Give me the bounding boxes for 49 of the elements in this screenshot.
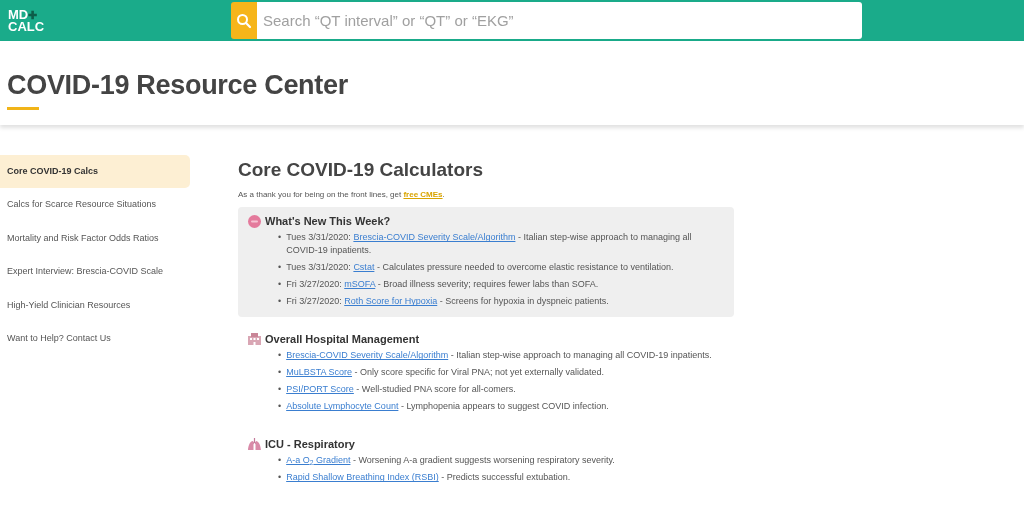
calculator-link[interactable]: A-a O$_{2}$ Gradient <box>286 455 351 466</box>
calculator-link[interactable]: Rapid Shallow Breathing Index (RSBI) <box>286 472 439 483</box>
section-heading: Core COVID-19 Calculators <box>238 160 484 181</box>
logo[interactable]: MD✚ CALC <box>8 8 48 33</box>
list-item-text: Brescia-COVID Severity Scale/Algorithm - Italian step-wise approach to managing all COVID-19 inpatients. <box>286 349 712 363</box>
new-badge-icon <box>248 215 261 228</box>
list-item-text: Fri 3/27/2020: Roth Score for Hypoxia - Screens for hypoxia in dyspneic patients. <box>286 295 609 309</box>
bullet: • <box>278 349 282 363</box>
calculator-link[interactable]: MuLBSTA Score <box>286 367 353 378</box>
subsection-heading: What's New This Week? <box>265 214 391 229</box>
list-item-text: MuLBSTA Score - Only score specific for Viral PNA; not yet externally validated. <box>286 366 604 380</box>
list-item-text: Tues 3/31/2020: Cstat - Calculates pressure needed to overcome elastic resistance to ventilation. <box>286 261 674 275</box>
calculator-link[interactable]: Cstat <box>353 262 375 273</box>
calculator-link[interactable]: Brescia-COVID Severity Scale/Algorithm <box>286 350 449 361</box>
search-icon[interactable] <box>231 2 257 39</box>
bullet: • <box>278 231 282 245</box>
subsection-heading: ICU - Respiratory <box>265 437 355 452</box>
list-item-text: Fri 3/27/2020: mSOFA - Broad illness severity; requires fewer labs than SOFA. <box>286 278 599 292</box>
cme-link[interactable]: free CMEs <box>403 189 443 199</box>
calculator-link[interactable]: Absolute Lymphocyte Count <box>286 401 399 412</box>
list-item-text: A-a O$_{2}$ Gradient - Worsening A-a gradient suggests worsening respiratory severity. <box>286 454 615 468</box>
page-title: COVID-19 Resource Center <box>7 69 349 102</box>
lungs-icon <box>248 438 261 451</box>
bullet: • <box>278 295 282 309</box>
calculator-link[interactable]: PSI/PORT Score <box>286 384 354 395</box>
bullet: • <box>278 278 282 292</box>
sidebar-item[interactable]: Expert Interview: Brescia-COVID Scale <box>0 255 190 289</box>
sidebar-item[interactable]: Calcs for Scarce Resource Situations <box>0 188 190 222</box>
hospital-icon <box>248 333 261 346</box>
calculator-link[interactable]: Brescia-COVID Severity Scale/Algorithm <box>353 232 516 243</box>
sidebar-item[interactable]: Core COVID-19 Calcs <box>0 155 190 188</box>
list-item-text: Absolute Lymphocyte Count - Lymphopenia appears to suggest COVID infection. <box>286 400 609 414</box>
list-item-text: PSI/PORT Score - Well-studied PNA score for all-comers. <box>286 383 516 397</box>
calculator-link[interactable]: mSOFA <box>344 279 376 290</box>
calculator-link[interactable]: Roth Score for Hypoxia <box>344 296 438 307</box>
bullet: • <box>278 366 282 380</box>
bullet: • <box>278 400 282 414</box>
list-item-text: Rapid Shallow Breathing Index (RSBI) - Predicts successful extubation. <box>286 471 571 485</box>
subsection-heading: Overall Hospital Management <box>265 332 420 347</box>
bullet: • <box>278 454 282 468</box>
bullet: • <box>278 261 282 275</box>
search-field[interactable]: Search “QT interval” or “QT” or “EKG” <box>257 2 862 39</box>
bullet: • <box>278 471 282 485</box>
sidebar-item[interactable]: High-Yield Clinician Resources <box>0 289 190 322</box>
sidebar-item[interactable]: Want to Help? Contact Us <box>0 322 190 356</box>
sidebar-item[interactable]: Mortality and Risk Factor Odds Ratios <box>0 222 190 255</box>
intro-text: As a thank you for being on the front lines, get free CMEs. <box>238 189 446 200</box>
bullet: • <box>278 383 282 397</box>
list-item-text: Tues 3/31/2020: Brescia-COVID Severity Scale/Algorithm - Italian step-wise approach to managing all COVID-19 inpatients. <box>286 231 693 258</box>
